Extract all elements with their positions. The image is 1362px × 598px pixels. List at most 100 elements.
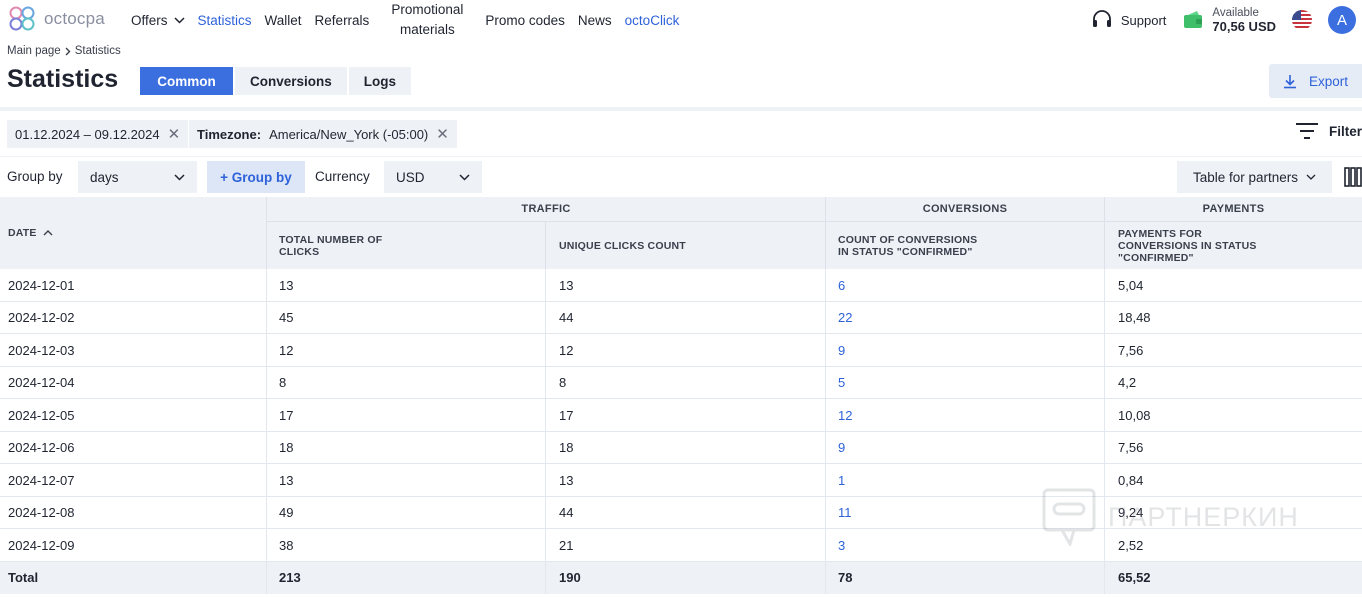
nav-promotional-line2: materials [399, 22, 455, 37]
column-divider [825, 399, 826, 431]
cell-conversions[interactable]: 5 [838, 367, 845, 399]
column-divider [266, 496, 267, 529]
tab-conversions[interactable]: Conversions [235, 67, 347, 95]
cell-conversions[interactable]: 12 [838, 399, 852, 431]
nav-wallet[interactable]: Wallet [265, 13, 302, 28]
group-traffic: TRAFFIC [521, 203, 571, 215]
cell-payments: 2,52 [1118, 537, 1144, 553]
tab-logs[interactable]: Logs [348, 67, 412, 95]
cell-unique-clicks: 17 [559, 407, 574, 423]
table-row: 2024-12-07 13 13 1 0,84 [0, 464, 1362, 497]
statistics-table: TRAFFIC CONVERSIONS PAYMENTS DATE TOTAL … [0, 197, 1362, 594]
cell-date: 2024-12-07 [8, 472, 75, 488]
col-date-header[interactable]: DATE [8, 227, 53, 239]
cell-total-clicks: 18 [279, 440, 294, 455]
column-divider [1104, 464, 1105, 496]
table-header: TRAFFIC CONVERSIONS PAYMENTS DATE TOTAL … [0, 197, 1362, 269]
column-divider [545, 334, 546, 366]
logo-text: octocpa [44, 9, 105, 28]
nav-statistics[interactable]: Statistics [198, 13, 252, 28]
column-divider [825, 269, 826, 301]
cell-conversions[interactable]: 1 [838, 464, 845, 496]
cell-conversions[interactable]: 22 [838, 302, 852, 334]
timezone-label: Timezone: [197, 126, 262, 142]
col-payments-line1: PAYMENTS FOR [1118, 228, 1203, 240]
column-divider [266, 464, 267, 496]
group-by-label: Group by [7, 169, 63, 184]
column-divider [825, 334, 826, 366]
top-navigation: octocpa Offers Statistics Wallet Referra… [0, 0, 1362, 40]
filters-separator [0, 156, 1362, 157]
breadcrumb-home[interactable]: Main page [7, 45, 61, 57]
us-flag-icon[interactable] [1292, 10, 1312, 30]
cell-date: Total [8, 570, 39, 585]
nav-referrals[interactable]: Referrals [315, 13, 370, 28]
wallet-icon [1184, 11, 1203, 28]
table-row: 2024-12-06 18 18 9 7,56 [0, 431, 1362, 464]
cell-payments: 10,08 [1118, 407, 1151, 423]
tab-common[interactable]: Common [140, 67, 233, 95]
col-total-clicks-line2: CLICKS [279, 246, 320, 258]
cell-total-clicks: 38 [279, 537, 294, 553]
wallet-balance[interactable]: Available 70,56 USD [1182, 7, 1276, 33]
cell-conversions[interactable]: 9 [838, 432, 845, 464]
support-link[interactable]: Support [1091, 10, 1167, 30]
support-label: Support [1120, 12, 1167, 28]
avatar[interactable]: A [1328, 6, 1356, 34]
breadcrumb-current: Statistics [74, 45, 121, 57]
nav-referrals-label: Referrals [314, 12, 370, 28]
nav-news-label: News [577, 12, 612, 28]
cell-payments: 0,84 [1118, 472, 1144, 488]
nav-promotional-materials[interactable]: Promotional materials [391, 3, 463, 37]
cell-conversions[interactable]: 9 [838, 334, 845, 366]
column-divider [545, 269, 546, 301]
cell-total-clicks: 8 [279, 375, 287, 390]
timezone-chip[interactable]: Timezone: America/New_York (-05:00) ✕ [189, 120, 457, 148]
breadcrumb: Main page Statistics [7, 45, 121, 57]
col-total-clicks-header[interactable]: TOTAL NUMBER OF CLICKS [279, 234, 382, 258]
group-conversions: CONVERSIONS [922, 203, 1008, 215]
nav-offers[interactable]: Offers [131, 13, 185, 28]
col-conversions-header[interactable]: COUNT OF CONVERSIONS IN STATUS "CONFIRME… [838, 234, 977, 258]
column-divider [545, 399, 546, 431]
filter-button[interactable]: Filter [1295, 122, 1362, 140]
col-payments-header[interactable]: PAYMENTS FOR CONVERSIONS IN STATUS "CONF… [1118, 228, 1257, 264]
currency-select[interactable]: USD [384, 161, 482, 193]
table-view-select[interactable]: Table for partners [1177, 161, 1332, 193]
table-row: 2024-12-01 13 13 6 5,04 [0, 269, 1362, 302]
column-divider [545, 496, 546, 529]
header-col-divider [266, 197, 267, 269]
cell-total-clicks: 213 [279, 570, 301, 585]
cell-date: 2024-12-04 [8, 375, 75, 390]
group-by-select[interactable]: days [78, 161, 197, 193]
cell-unique-clicks: 190 [559, 570, 581, 585]
cell-unique-clicks: 13 [559, 277, 574, 293]
col-unique-clicks-header[interactable]: UNIQUE CLICKS COUNT [559, 240, 686, 252]
cell-unique-clicks: 21 [559, 537, 574, 553]
cell-date: 2024-12-01 [8, 277, 75, 293]
export-button[interactable]: Export [1269, 64, 1362, 98]
column-divider [545, 431, 546, 464]
column-divider [825, 431, 826, 464]
columns-icon[interactable] [1344, 167, 1362, 187]
add-group-by-button[interactable]: + Group by [207, 161, 305, 193]
close-icon[interactable]: ✕ [436, 125, 449, 143]
column-divider [825, 529, 826, 561]
close-icon[interactable]: ✕ [168, 125, 181, 143]
cell-conversions[interactable]: 11 [838, 497, 852, 529]
chevron-down-icon [1306, 174, 1316, 180]
nav-promo-codes[interactable]: Promo codes [485, 13, 565, 28]
column-divider [825, 561, 826, 594]
column-divider [825, 464, 826, 496]
nav-news[interactable]: News [578, 13, 612, 28]
table-row: 2024-12-03 12 12 9 7,56 [0, 334, 1362, 367]
nav-octoclick[interactable]: octoClick [625, 13, 680, 28]
cell-conversions[interactable]: 6 [838, 269, 845, 301]
cell-date: 2024-12-09 [8, 537, 75, 553]
cell-total-clicks: 13 [279, 277, 294, 293]
cell-conversions[interactable]: 3 [838, 529, 845, 561]
group-payments: PAYMENTS [1202, 203, 1265, 215]
date-range-chip[interactable]: 01.12.2024 – 09.12.2024 ✕ [7, 120, 189, 148]
cell-payments: 5,04 [1118, 277, 1144, 293]
logo[interactable]: octocpa [6, 4, 105, 34]
